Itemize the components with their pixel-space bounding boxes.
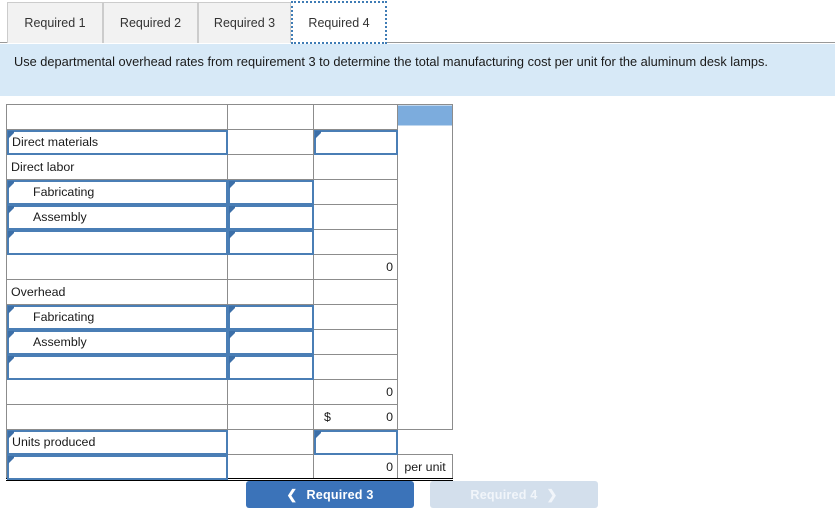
direct-materials-row-label-input[interactable]: Direct materials — [6, 129, 228, 155]
header-row — [6, 104, 453, 430]
labor-fabricating-row-label-input[interactable]: Fabricating — [6, 179, 228, 205]
oh-fabricating-row-label-input[interactable]: Fabricating — [6, 304, 228, 330]
labor-subtotal-row-label — [6, 254, 228, 280]
direct-labor-row-mid — [227, 154, 314, 180]
direct-labor-row: Direct labor — [6, 154, 453, 180]
units-produced-row-mid — [227, 429, 314, 455]
direct-materials-row-amount-input[interactable] — [313, 129, 398, 155]
labor-assembly-row: Assembly — [6, 204, 453, 230]
labor-subtotal-row-mid — [227, 254, 314, 280]
units-produced-row-amount-value — [318, 432, 393, 453]
labor-blank-row-amount — [313, 229, 398, 255]
labor-blank-row-label-input[interactable] — [6, 229, 228, 255]
oh-fabricating-row-mid-value — [232, 307, 309, 328]
oh-assembly-row-mid-value — [232, 332, 309, 353]
instruction-banner: Use departmental overhead rates from req… — [0, 44, 835, 96]
overhead-row-mid — [227, 279, 314, 305]
cost-per-unit-row-label-input[interactable] — [6, 454, 228, 481]
total-cost-row-label — [6, 404, 228, 430]
oh-fabricating-row-mid-input[interactable] — [227, 304, 314, 330]
labor-assembly-row-label-input[interactable]: Assembly — [6, 204, 228, 230]
oh-assembly-row-label-input[interactable]: Assembly — [6, 329, 228, 355]
tab-required-1[interactable]: Required 1 — [7, 2, 103, 43]
overhead-row: Overhead — [6, 279, 453, 305]
cost-per-unit-row-unit-label: per unit — [397, 454, 453, 481]
oh-fabricating-row: Fabricating — [6, 304, 453, 330]
oh-blank-row-mid-value — [232, 357, 309, 378]
tab-required-4-label: Required 4 — [308, 15, 370, 30]
labor-blank-row-mid-input[interactable] — [227, 229, 314, 255]
total-cost-row-mid — [227, 404, 314, 430]
tab-required-4[interactable]: Required 4 — [291, 1, 387, 44]
oh-blank-row-amount — [313, 354, 398, 380]
labor-fabricating-row-label-value: Fabricating — [33, 184, 95, 199]
worksheet-unit-column-header — [397, 104, 453, 430]
total-cost-row-currency-symbol: $ — [324, 410, 331, 424]
instruction-text: Use departmental overhead rates from req… — [14, 54, 768, 69]
direct-labor-row-amount — [313, 154, 398, 180]
labor-fabricating-row-amount — [313, 179, 398, 205]
overhead-row-label: Overhead — [6, 279, 228, 305]
worksheet-header-cell-2 — [227, 104, 314, 130]
oh-assembly-row-amount — [313, 329, 398, 355]
oh-assembly-row: Assembly — [6, 329, 453, 355]
labor-subtotal-row: 0 — [6, 254, 453, 280]
chevron-right-icon: ❯ — [546, 487, 558, 502]
previous-requirement-button[interactable]: ❮ Required 3 — [246, 481, 414, 508]
direct-materials-row: Direct materials — [6, 129, 453, 155]
labor-assembly-row-mid-value — [232, 207, 309, 228]
oh-subtotal-row-mid — [227, 379, 314, 405]
labor-fabricating-row-mid-input[interactable] — [227, 179, 314, 205]
chevron-left-icon: ❮ — [286, 487, 298, 502]
tab-required-1-label: Required 1 — [24, 16, 86, 30]
tab-required-3-label: Required 3 — [213, 16, 276, 30]
oh-assembly-row-mid-input[interactable] — [227, 329, 314, 355]
direct-materials-row-label-value: Direct materials — [12, 134, 99, 149]
tab-required-2-label: Required 2 — [119, 16, 182, 30]
units-produced-row-label-input[interactable]: Units produced — [6, 429, 228, 455]
total-cost-row: $0 — [6, 404, 453, 430]
units-produced-row-amount-input[interactable] — [313, 429, 398, 455]
oh-assembly-row-label-value: Assembly — [33, 334, 87, 349]
oh-blank-row — [6, 354, 453, 380]
previous-requirement-label: Required 3 — [306, 487, 374, 502]
direct-materials-row-amount-value — [318, 132, 393, 153]
tab-required-3[interactable]: Required 3 — [198, 2, 291, 43]
requirement-tab-strip: Required 1 Required 2 Required 3 Require… — [0, 0, 835, 44]
oh-subtotal-row-amount: 0 — [313, 379, 398, 405]
cost-per-unit-row-mid — [227, 454, 314, 481]
worksheet-header-cell-3 — [313, 104, 398, 130]
labor-blank-row-label-value — [11, 232, 223, 253]
oh-blank-row-mid-input[interactable] — [227, 354, 314, 380]
next-requirement-label: Required 4 — [470, 487, 538, 502]
direct-labor-row-label: Direct labor — [6, 154, 228, 180]
labor-fabricating-row: Fabricating — [6, 179, 453, 205]
cost-per-unit-row: 0 per unit — [6, 454, 453, 481]
oh-fabricating-row-label-value: Fabricating — [33, 309, 95, 324]
cost-per-unit-row-label-value — [11, 456, 223, 477]
overhead-row-amount — [313, 279, 398, 305]
labor-subtotal-row-amount: 0 — [313, 254, 398, 280]
oh-subtotal-row-label — [6, 379, 228, 405]
oh-blank-row-label-value — [11, 357, 223, 378]
cost-per-unit-worksheet: Direct materials Direct labor Fabricating A… — [6, 104, 453, 481]
oh-fabricating-row-amount — [313, 304, 398, 330]
next-requirement-button[interactable]: Required 4 ❯ — [430, 481, 598, 508]
labor-assembly-row-amount — [313, 204, 398, 230]
labor-blank-row — [6, 229, 453, 255]
labor-fabricating-row-mid-value — [232, 182, 309, 203]
labor-assembly-row-label-value: Assembly — [33, 209, 87, 224]
labor-assembly-row-mid-input[interactable] — [227, 204, 314, 230]
direct-materials-row-mid — [227, 129, 314, 155]
units-produced-row: Units produced — [6, 429, 453, 455]
oh-subtotal-row: 0 — [6, 379, 453, 405]
oh-blank-row-label-input[interactable] — [6, 354, 228, 380]
tab-required-2[interactable]: Required 2 — [103, 2, 198, 43]
total-cost-row-amount: $0 — [313, 404, 398, 430]
total-cost-row-amount-value: 0 — [386, 410, 393, 424]
worksheet-header-cell-1 — [6, 104, 228, 130]
labor-blank-row-mid-value — [232, 232, 309, 253]
units-produced-row-label-value: Units produced — [12, 434, 96, 449]
cost-per-unit-row-amount: 0 — [313, 454, 398, 481]
